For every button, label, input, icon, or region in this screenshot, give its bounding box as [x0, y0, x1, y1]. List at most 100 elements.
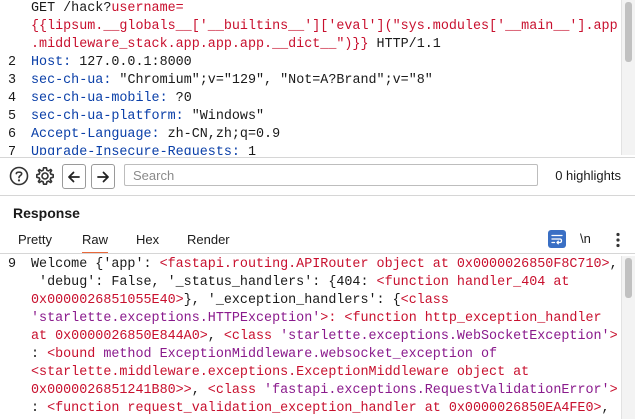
response-token: <class [400, 293, 449, 308]
request-token: ?0 [175, 91, 192, 106]
response-title: Response [13, 205, 80, 221]
response-token: at 0x0000026850E844A0> [31, 329, 208, 344]
response-line[interactable]: : <function request_validation_exception… [0, 400, 622, 418]
request-line-code: {{lipsum.__globals__['__builtins__']['ev… [31, 18, 618, 36]
request-editor[interactable]: GET /hack?username= {{lipsum.__globals__[… [0, 0, 622, 155]
request-line-code: sec-ch-ua-mobile: ?0 [31, 90, 192, 108]
search-next-button[interactable] [91, 164, 115, 189]
tab-raw[interactable]: Raw [82, 232, 109, 254]
response-token: 0x0000026851241B80>> [31, 383, 192, 398]
request-line[interactable]: 7 Upgrade-Insecure-Requests: 1 [0, 144, 622, 155]
search-previous-button[interactable] [62, 164, 86, 189]
response-tabs: Pretty Raw Hex Render [0, 228, 635, 254]
response-line[interactable]: : <bound method ExceptionMiddleware.webs… [0, 346, 622, 364]
request-line-code: .middleware_stack.app.app.app.__dict__")… [31, 36, 441, 54]
help-button[interactable] [8, 164, 30, 187]
response-token: <function request_validation_exception_h… [47, 401, 602, 416]
request-line-number: 6 [7, 127, 17, 142]
request-token: sec-ch-ua-mobile: [31, 91, 176, 106]
response-line[interactable]: 'debug': False, '_status_handlers': {404… [0, 274, 622, 292]
request-token: 127.0.0.1:8000 [79, 55, 192, 70]
request-line-number: 4 [7, 91, 17, 106]
request-line[interactable]: {{lipsum.__globals__['__builtins__']['ev… [0, 18, 622, 36]
request-line-number: 5 [7, 109, 17, 124]
response-line[interactable]: <starlette.middleware.exceptions.Excepti… [0, 364, 622, 382]
response-token: method ExceptionMiddleware.websocket_exc… [103, 347, 498, 362]
request-line-code: GET /hack?username= [31, 0, 184, 18]
response-token: : [31, 347, 48, 362]
request-line[interactable]: GET /hack?username= [0, 0, 622, 18]
request-line-code: Accept-Language: zh-CN,zh;q=0.9 [31, 126, 280, 144]
response-token: <starlette.middleware.exceptions.Excepti… [31, 365, 530, 380]
request-token: Accept-Language: [31, 127, 168, 142]
response-line-code: Welcome {'app': <fastapi.routing.APIRout… [31, 256, 618, 274]
response-line-code: : <function request_validation_exception… [31, 400, 610, 418]
response-line-code: at 0x0000026850E844A0>, <class 'starlett… [31, 328, 618, 346]
response-scrollbar-thumb[interactable] [625, 258, 632, 298]
response-token: }, '_exception_handlers': { [183, 293, 401, 308]
request-line-number: 3 [7, 73, 17, 88]
response-token: 'starlette.exceptions.HTTPException' [31, 311, 321, 326]
show-newlines-button[interactable]: \n [580, 231, 591, 246]
response-line[interactable]: 0x0000026851241B80>>, <class 'fastapi.ex… [0, 382, 622, 400]
response-editor[interactable]: 9 Welcome {'app': <fastapi.routing.APIRou… [0, 256, 622, 419]
response-line-code: <starlette.middleware.exceptions.Excepti… [31, 364, 529, 382]
gear-icon [36, 166, 54, 185]
response-token: 'starlette.exceptions.WebSocketException… [280, 329, 610, 344]
request-token: "Chromium";v="129", "Not=A?Brand";v="8" [119, 73, 433, 88]
response-line-number: 9 [7, 257, 17, 272]
response-scrollbar[interactable] [621, 256, 635, 419]
request-token: zh-CN,zh;q=0.9 [167, 127, 281, 142]
request-token: "Windows" [191, 109, 265, 124]
response-line[interactable]: at 0x0000026850E844A0>, <class 'starlett… [0, 328, 622, 346]
word-wrap-button[interactable] [548, 230, 566, 248]
request-token: Host: [31, 55, 80, 70]
response-line[interactable]: 0x0000026851055E40>}, '_exception_handle… [0, 292, 622, 310]
response-token: <bound [47, 347, 104, 362]
response-token: , [207, 329, 224, 344]
request-line-code: sec-ch-ua: "Chromium";v="129", "Not=A?Br… [31, 72, 433, 90]
request-scrollbar[interactable] [621, 0, 635, 155]
request-token: HTTP/1.1 [368, 37, 441, 52]
request-line[interactable]: .middleware_stack.app.app.app.__dict__")… [0, 36, 622, 54]
request-token: sec-ch-ua: [31, 73, 120, 88]
request-line[interactable]: 4 sec-ch-ua-mobile: ?0 [0, 90, 622, 108]
request-line-number: 2 [7, 55, 17, 70]
request-line[interactable]: 3 sec-ch-ua: "Chromium";v="129", "Not=A?B… [0, 72, 622, 90]
word-wrap-icon [551, 234, 563, 245]
response-line[interactable]: 9 Welcome {'app': <fastapi.routing.APIRou… [0, 256, 622, 274]
request-line-number: 7 [7, 145, 17, 155]
search-input[interactable] [124, 164, 538, 186]
request-line-code: Upgrade-Insecure-Requests: 1 [31, 144, 256, 155]
tab-render[interactable]: Render [187, 232, 230, 252]
request-token: {{lipsum.__globals__['__builtins__']['ev… [31, 19, 618, 34]
tab-hex[interactable]: Hex [136, 232, 159, 252]
response-token: 0x0000026851055E40> [31, 293, 184, 308]
arrow-right-icon [97, 171, 109, 182]
request-line-code: sec-ch-ua-platform: "Windows" [31, 108, 264, 126]
response-token: <fastapi.routing.APIRouter object at 0x0… [159, 257, 610, 272]
request-search-bar: 0 highlights [0, 157, 635, 196]
tab-pretty[interactable]: Pretty [18, 232, 52, 252]
request-line-code: Host: 127.0.0.1:8000 [31, 54, 192, 72]
response-token: <class [223, 329, 281, 344]
response-token: > [609, 329, 618, 344]
response-line-code: 0x0000026851241B80>>, <class 'fastapi.ex… [31, 382, 618, 400]
response-token: >: [320, 311, 345, 326]
request-line[interactable]: 2 Host: 127.0.0.1:8000 [0, 54, 622, 72]
response-token: , [609, 257, 618, 272]
response-token: , [191, 383, 208, 398]
highlights-count: 0 highlights [555, 168, 621, 183]
request-token: GET /hack? [31, 1, 112, 16]
response-line[interactable]: 'starlette.exceptions.HTTPException'>: <… [0, 310, 622, 328]
request-line[interactable]: 5 sec-ch-ua-platform: "Windows" [0, 108, 622, 126]
settings-button[interactable] [34, 164, 56, 187]
response-token: > [609, 383, 618, 398]
request-token: .middleware_stack.app.app.app.__dict__")… [31, 37, 369, 52]
response-menu-button[interactable] [611, 231, 625, 249]
request-line[interactable]: 6 Accept-Language: zh-CN,zh;q=0.9 [0, 126, 622, 144]
tabs-divider [0, 253, 635, 254]
request-scrollbar-thumb[interactable] [625, 2, 632, 62]
more-vertical-icon [616, 232, 620, 248]
response-token: <function http_exception_handler [344, 311, 602, 326]
